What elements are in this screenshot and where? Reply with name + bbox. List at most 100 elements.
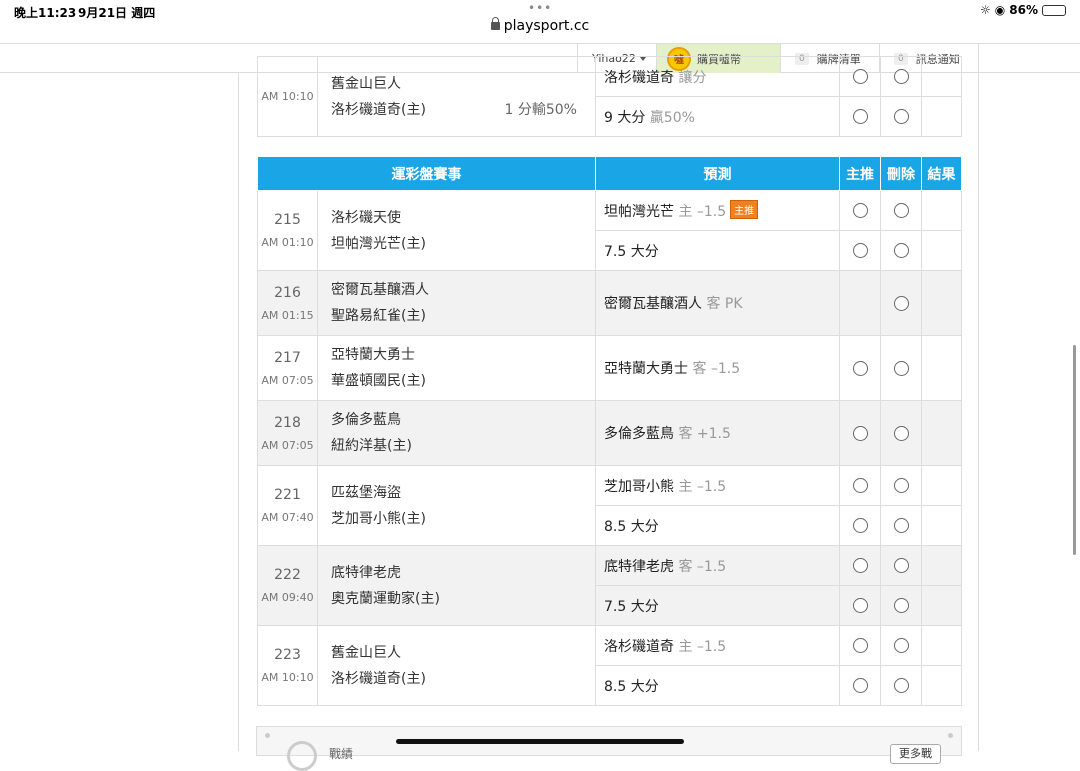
battery-percent: 86% [1009, 3, 1038, 17]
game-id-cell: AM 10:10 [257, 56, 318, 137]
main-radio[interactable] [852, 109, 868, 124]
main-radio[interactable] [852, 360, 868, 376]
game-time: AM 09:40 [261, 591, 314, 604]
pred-sub: 主 –1.5 [678, 204, 727, 220]
signal-icon: ☼ [980, 3, 991, 17]
pred-team: 洛杉磯道奇 [604, 69, 674, 86]
main-radio[interactable] [852, 478, 868, 493]
delete-radio-cell [880, 585, 922, 626]
pred-sub: 主 –1.5 [678, 478, 727, 495]
delete-radio[interactable] [893, 243, 909, 258]
delete-radio-cell [880, 56, 922, 97]
table-row: 221 AM 07:40 匹茲堡海盜芝加哥小熊(主) 芝加哥小熊 主 –1.5 [257, 465, 962, 546]
pred-team: 底特律老虎 [604, 558, 674, 575]
main-radio[interactable] [852, 425, 868, 441]
main-radio-cell [839, 545, 881, 586]
main-radio[interactable] [852, 69, 868, 84]
delete-radio-cell [880, 190, 922, 231]
main-radio[interactable] [852, 518, 868, 533]
main-radio[interactable] [852, 638, 868, 653]
delete-radio-cell [880, 465, 922, 506]
pred-team: 8.5 大分 [604, 678, 659, 695]
pred-team: 多倫多藍鳥 [604, 426, 674, 442]
delete-radio[interactable] [893, 109, 909, 124]
content-left-border [238, 73, 239, 751]
pred-team: 亞特蘭大勇士 [604, 361, 688, 377]
header-result: 結果 [921, 156, 962, 191]
main-radio-cell [839, 585, 881, 626]
delete-radio[interactable] [893, 558, 909, 573]
main-radio[interactable] [852, 598, 868, 613]
table-row: 216 AM 01:15 密爾瓦基釀酒人 聖路易紅雀(主) 密爾瓦基釀酒人 客 PK [257, 270, 962, 336]
record-icon [287, 741, 317, 771]
game-time: AM 01:15 [261, 308, 314, 322]
line-result: 1 分輸50% [504, 102, 577, 118]
delete-radio[interactable] [893, 478, 909, 493]
game-time: AM 10:10 [261, 90, 314, 103]
pred-team: 洛杉磯道奇 [604, 638, 674, 655]
away-team: 亞特蘭大勇士 [331, 347, 415, 363]
main-radio[interactable] [852, 678, 868, 693]
delete-radio-cell [880, 96, 922, 137]
home-indicator[interactable] [396, 739, 684, 744]
delete-radio-cell [880, 270, 922, 336]
main-radio[interactable] [852, 203, 868, 218]
delete-radio[interactable] [893, 425, 909, 441]
delete-radio[interactable] [893, 598, 909, 613]
game-cell: 舊金山巨人 洛杉磯道奇(主) [317, 625, 596, 706]
prediction-cell: 多倫多藍鳥 客 +1.5 [595, 400, 840, 466]
home-team: 洛杉磯道奇(主) [331, 670, 426, 687]
delete-radio[interactable] [893, 69, 909, 84]
delete-radio[interactable] [893, 638, 909, 653]
home-team: 芝加哥小熊(主) [331, 510, 426, 527]
delete-radio[interactable] [893, 360, 909, 376]
more-record-button[interactable]: 更多戰 [890, 744, 941, 764]
multitask-dots-icon[interactable]: ••• [528, 1, 552, 15]
game-id-cell: 217 AM 07:05 [257, 335, 318, 401]
result-cell [921, 190, 962, 231]
game-time: AM 01:10 [261, 236, 314, 249]
header-delete: 刪除 [880, 156, 922, 191]
main-radio[interactable] [852, 558, 868, 573]
prediction-cell: 洛杉磯道奇 主 –1.5 [595, 625, 840, 666]
result-cell [921, 335, 962, 401]
game-cell: 底特律老虎 奧克蘭運動家(主) [317, 545, 596, 626]
delete-radio[interactable] [893, 518, 909, 533]
main-radio-cell [839, 56, 881, 97]
pred-sub: 客 –1.5 [692, 361, 741, 377]
prediction-cell: 9 大分 贏50% [595, 96, 840, 137]
pred-team: 8.5 大分 [604, 518, 659, 535]
prediction-cell: 坦帕灣光芒 主 –1.5 主推 [595, 190, 840, 231]
header-prediction: 預測 [595, 156, 840, 191]
pred-sub: 讓分 [678, 69, 707, 86]
game-cell: 密爾瓦基釀酒人 聖路易紅雀(主) [317, 270, 596, 336]
corner-dot [948, 733, 953, 738]
result-cell [921, 96, 962, 137]
main-radio-cell [839, 665, 881, 706]
main-radio[interactable] [852, 243, 868, 258]
scrollbar[interactable] [1073, 345, 1076, 555]
result-cell [921, 665, 962, 706]
away-team: 匹茲堡海盜 [331, 484, 401, 501]
delete-radio[interactable] [893, 678, 909, 693]
previous-table: AM 10:10 舊金山巨人 洛杉磯道奇(主) 1 分輸50% 洛杉磯道奇 讓分… [257, 56, 962, 137]
game-number: 221 [274, 487, 301, 503]
main-radio-cell [839, 190, 881, 231]
corner-dot [265, 733, 270, 738]
home-team: 紐約洋基(主) [331, 438, 412, 454]
main-radio-cell [839, 96, 881, 137]
game-time: AM 07:40 [261, 511, 314, 524]
game-time: AM 07:05 [261, 438, 314, 452]
delete-radio-cell [880, 400, 922, 466]
delete-radio-cell [880, 505, 922, 546]
main-radio-cell [839, 400, 881, 466]
game-number: 223 [274, 647, 301, 663]
address-bar[interactable]: playsport.cc [0, 17, 1080, 42]
away-team: 密爾瓦基釀酒人 [331, 282, 429, 298]
delete-radio[interactable] [893, 203, 909, 218]
home-team: 坦帕灣光芒(主) [331, 235, 426, 252]
pred-team: 坦帕灣光芒 [604, 204, 674, 220]
result-cell [921, 585, 962, 626]
prediction-cell: 芝加哥小熊 主 –1.5 [595, 465, 840, 506]
delete-radio[interactable] [893, 295, 909, 311]
